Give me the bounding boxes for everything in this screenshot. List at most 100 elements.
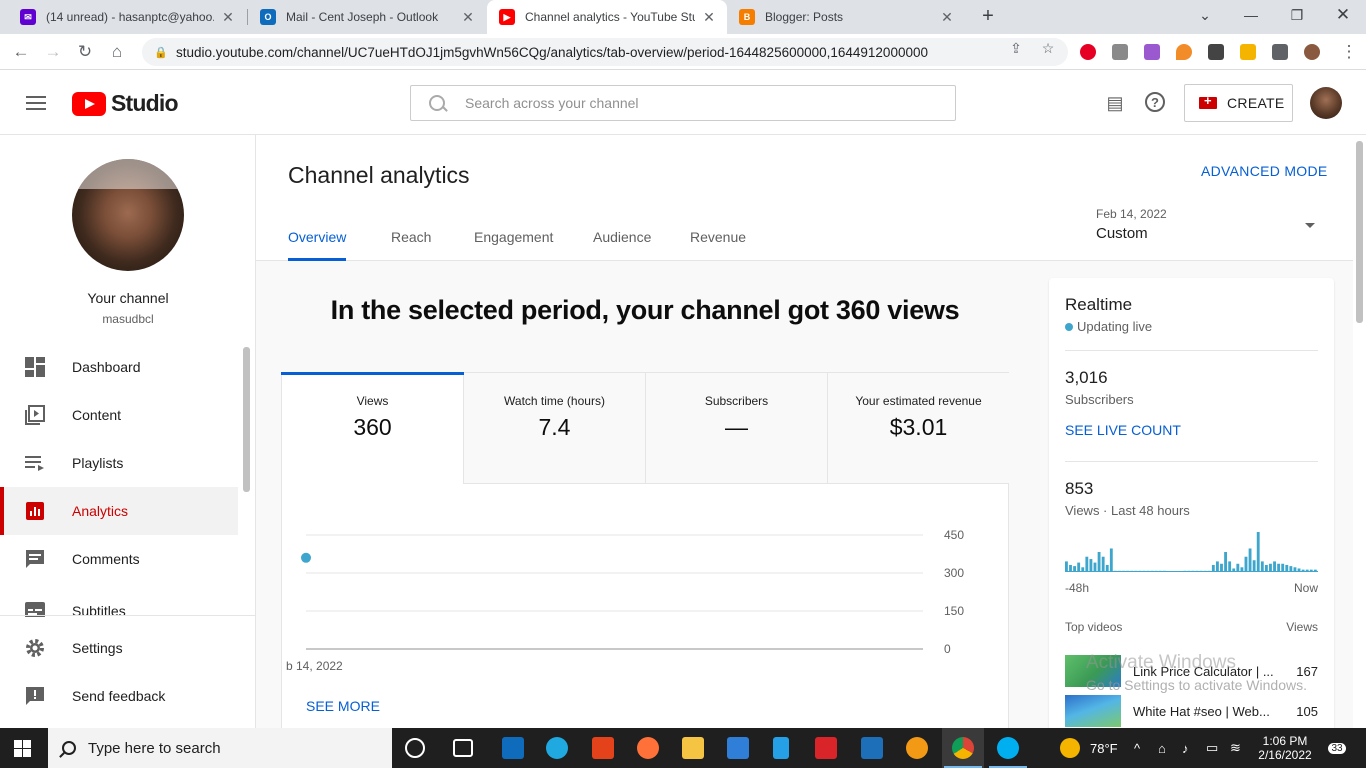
- browser-tab-yahoo[interactable]: ✉ (14 unread) - hasanptc@yahoo.com ✕: [8, 0, 246, 34]
- tab-search-icon[interactable]: ⌄: [1182, 4, 1228, 28]
- task-view-icon[interactable]: [453, 739, 473, 757]
- pen-extension-icon[interactable]: [1144, 44, 1160, 60]
- activate-windows-watermark: Activate Windows: [1086, 652, 1236, 673]
- news-app-icon[interactable]: [815, 737, 837, 759]
- close-tab-icon[interactable]: ✕: [701, 9, 717, 26]
- date-range-date[interactable]: Feb 14, 2022: [1096, 207, 1167, 221]
- close-tab-icon[interactable]: ✕: [939, 9, 955, 26]
- clock[interactable]: 1:06 PM 2/16/2022: [1255, 728, 1315, 768]
- cortana-icon[interactable]: [405, 738, 425, 758]
- store-icon[interactable]: [727, 737, 749, 759]
- close-tab-icon[interactable]: ✕: [460, 9, 476, 26]
- tray-chevron-up-icon[interactable]: ^: [1134, 728, 1140, 768]
- maximize-button[interactable]: ❐: [1274, 4, 1320, 28]
- youtube-icon: ▶: [499, 9, 515, 25]
- date-range-label[interactable]: Custom: [1096, 225, 1148, 242]
- wifi-icon[interactable]: ≋: [1230, 728, 1241, 768]
- search-input[interactable]: [465, 95, 905, 111]
- chrome-icon[interactable]: [952, 737, 974, 759]
- tab-audience[interactable]: Audience: [593, 229, 651, 245]
- close-window-button[interactable]: ✕: [1320, 4, 1366, 28]
- tab-overview[interactable]: Overview: [288, 229, 346, 245]
- create-button[interactable]: CREATE: [1184, 84, 1293, 122]
- playlists-icon: [24, 452, 46, 474]
- sidebar-item-analytics[interactable]: Analytics: [0, 487, 238, 535]
- messages-icon[interactable]: ▤: [1104, 92, 1126, 114]
- main-content: Channel analytics ADVANCED MODE Overview…: [256, 135, 1353, 738]
- browser-tab-youtube-studio[interactable]: ▶ Channel analytics - YouTube Studio ✕: [487, 0, 727, 34]
- camera-extension-icon[interactable]: [1112, 44, 1128, 60]
- sidebar-item-comments[interactable]: Comments: [0, 535, 238, 583]
- sidebar-item-send-feedback[interactable]: Send feedback: [0, 672, 238, 720]
- sidebar-item-subtitles[interactable]: Subtitles: [0, 583, 238, 617]
- m-extension-icon[interactable]: [1208, 44, 1224, 60]
- studio-logo[interactable]: Studio: [72, 90, 179, 117]
- sidebar-item-label: Send feedback: [72, 688, 166, 704]
- profile-avatar-icon[interactable]: [1304, 44, 1320, 60]
- extensions-puzzle-icon[interactable]: [1272, 44, 1288, 60]
- location-extension-icon[interactable]: [1176, 44, 1192, 60]
- reload-button[interactable]: ↻: [74, 41, 96, 63]
- notification-center-icon[interactable]: 33: [1324, 728, 1350, 768]
- mail-app-icon[interactable]: [502, 737, 524, 759]
- sidebar-item-settings[interactable]: Settings: [0, 624, 238, 672]
- account-avatar[interactable]: [1310, 87, 1342, 119]
- forward-button[interactable]: →: [42, 41, 64, 63]
- see-more-link[interactable]: SEE MORE: [306, 698, 380, 714]
- top-video-row[interactable]: White Hat #seo | Web... 105: [1065, 695, 1318, 727]
- edge-icon[interactable]: [546, 737, 568, 759]
- bookmark-star-icon[interactable]: ☆: [1040, 40, 1056, 56]
- browser-tab-outlook[interactable]: O Mail - Cent Joseph - Outlook ✕: [248, 0, 486, 34]
- tab-revenue[interactable]: Revenue: [690, 229, 746, 245]
- taskbar-search[interactable]: Type here to search: [48, 728, 392, 768]
- scrollbar-thumb[interactable]: [1356, 141, 1363, 323]
- sidebar-item-playlists[interactable]: Playlists: [0, 439, 238, 487]
- file-explorer-icon[interactable]: [682, 737, 704, 759]
- back-button[interactable]: ←: [10, 41, 32, 63]
- weather-temperature[interactable]: 78°F: [1090, 728, 1118, 768]
- windows-start-icon[interactable]: [14, 740, 32, 757]
- bars-extension-icon[interactable]: [1240, 44, 1256, 60]
- volume-icon[interactable]: ♪: [1182, 728, 1189, 768]
- skype-icon[interactable]: [997, 737, 1019, 759]
- tab-engagement[interactable]: Engagement: [474, 229, 553, 245]
- home-button[interactable]: ⌂: [106, 41, 128, 63]
- firefox-icon[interactable]: [637, 737, 659, 759]
- realtime-bar: [1220, 563, 1223, 572]
- metric-revenue[interactable]: Your estimated revenue $3.01: [828, 373, 1009, 484]
- browser-menu-icon[interactable]: ⋮: [1338, 41, 1360, 63]
- realtime-bar: [1248, 548, 1252, 572]
- sidebar-item-content[interactable]: Content: [0, 391, 238, 439]
- tab-reach[interactable]: Reach: [391, 229, 431, 245]
- metric-subscribers[interactable]: Subscribers —: [646, 373, 828, 484]
- share-icon[interactable]: ⇪: [1008, 40, 1024, 56]
- office-icon[interactable]: [592, 737, 614, 759]
- photos-app-icon[interactable]: [861, 737, 883, 759]
- phone-app-icon[interactable]: [773, 737, 789, 759]
- help-icon[interactable]: ?: [1145, 92, 1165, 112]
- realtime-title: Realtime: [1065, 295, 1133, 314]
- metric-watch-time[interactable]: Watch time (hours) 7.4: [464, 373, 646, 484]
- menu-hamburger-icon[interactable]: [26, 96, 46, 110]
- advanced-mode-button[interactable]: ADVANCED MODE: [1201, 163, 1328, 179]
- channel-search-box[interactable]: [410, 85, 956, 121]
- battery-icon[interactable]: ▭: [1206, 728, 1218, 768]
- see-live-count-link[interactable]: SEE LIVE COUNT: [1065, 422, 1181, 438]
- close-tab-icon[interactable]: ✕: [220, 9, 236, 26]
- minimize-button[interactable]: —: [1228, 4, 1274, 28]
- youtube-play-icon: [72, 91, 106, 116]
- realtime-bar: [1077, 562, 1081, 572]
- chevron-down-icon[interactable]: [1305, 223, 1315, 228]
- new-tab-button[interactable]: +: [977, 6, 999, 28]
- network-icon[interactable]: ⌂: [1158, 728, 1166, 768]
- sidebar-scrollbar[interactable]: [243, 347, 250, 492]
- page-scrollbar[interactable]: [1353, 135, 1366, 728]
- sidebar-item-dashboard[interactable]: Dashboard: [0, 343, 238, 391]
- browser-tab-blogger[interactable]: B Blogger: Posts ✕: [727, 0, 965, 34]
- pinterest-extension-icon[interactable]: [1080, 44, 1096, 60]
- weather-icon[interactable]: [1060, 738, 1080, 758]
- metric-views[interactable]: Views 360: [281, 372, 464, 484]
- coin-app-icon[interactable]: [906, 737, 928, 759]
- channel-avatar[interactable]: [72, 159, 184, 271]
- address-bar[interactable]: 🔒 studio.youtube.com/channel/UC7ueHTdOJ1…: [142, 38, 1068, 66]
